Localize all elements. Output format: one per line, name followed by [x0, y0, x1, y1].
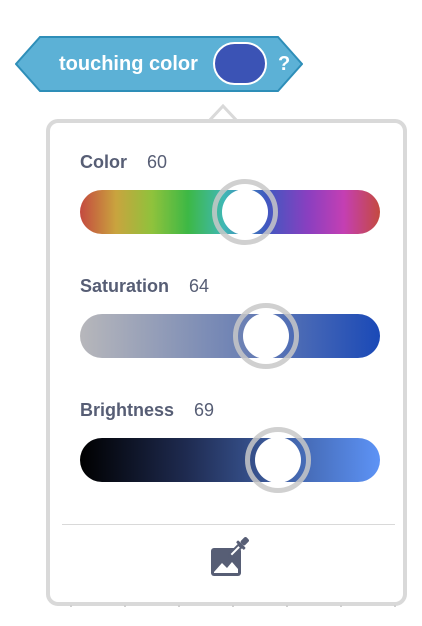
block-label: touching color — [59, 53, 198, 75]
color-swatch[interactable] — [213, 42, 267, 85]
saturation-row-label: Saturation 64 — [80, 276, 209, 297]
saturation-slider-handle[interactable] — [233, 303, 299, 369]
eyedropper-icon — [211, 537, 249, 576]
touching-color-block[interactable]: touching color ? — [15, 36, 303, 92]
saturation-value: 64 — [189, 276, 210, 296]
brightness-label: Brightness — [80, 400, 175, 420]
color-slider[interactable] — [80, 179, 380, 245]
stage: touching color ? Color 60 Saturation 64 Br… — [0, 0, 422, 626]
color-label: Color — [80, 152, 127, 172]
saturation-slider[interactable] — [80, 303, 380, 369]
brightness-slider[interactable] — [80, 427, 380, 493]
saturation-label: Saturation — [80, 276, 170, 296]
bottom-dotted-edge — [70, 605, 410, 609]
brightness-slider-handle[interactable] — [245, 427, 311, 493]
saturation-slider-knob[interactable] — [243, 313, 289, 359]
color-picker-popover: Color 60 Saturation 64 Brightness 69 — [46, 119, 407, 606]
brightness-row-label: Brightness 69 — [80, 400, 214, 421]
color-slider-handle[interactable] — [212, 179, 278, 245]
brightness-value: 69 — [194, 400, 215, 420]
eyedropper-button[interactable] — [207, 536, 249, 580]
block-question-mark: ? — [278, 53, 291, 75]
color-slider-knob[interactable] — [222, 189, 268, 235]
color-value: 60 — [147, 152, 168, 172]
color-row-label: Color 60 — [80, 152, 167, 173]
popover-divider — [62, 524, 395, 525]
brightness-slider-knob[interactable] — [255, 437, 301, 483]
